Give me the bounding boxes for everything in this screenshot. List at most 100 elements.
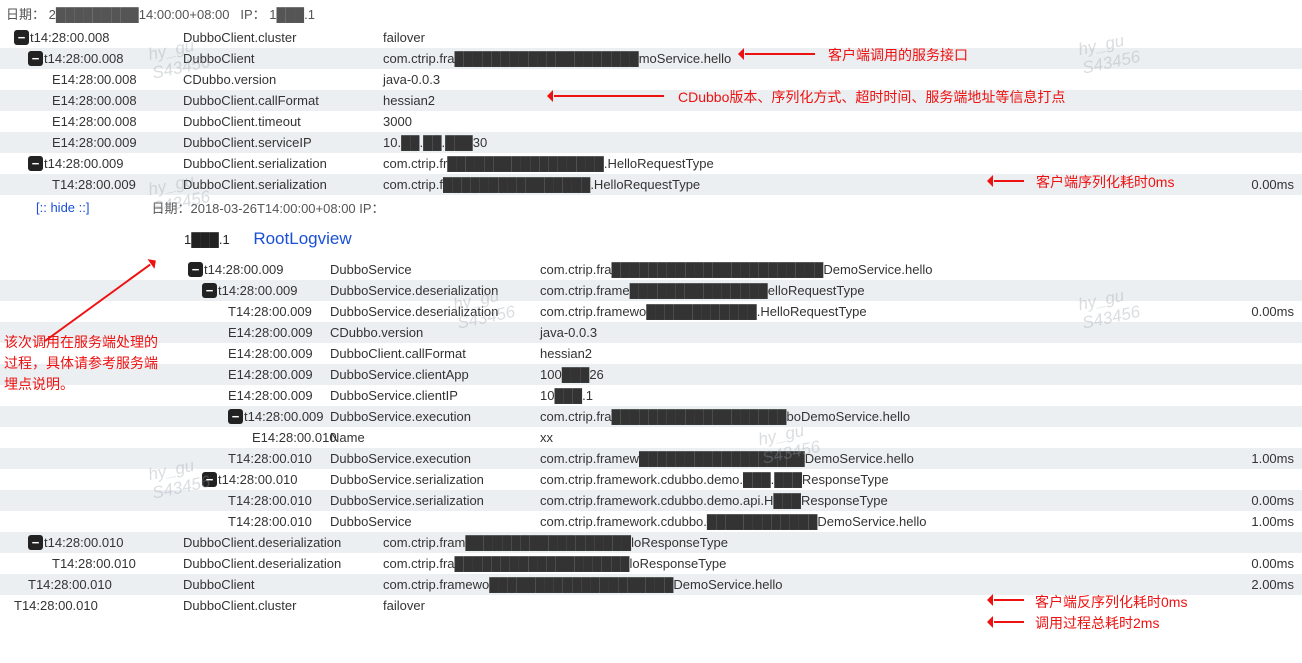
timestamp: t14:28:00.009	[204, 262, 284, 277]
trace-value: com.ctrip.fra███████████████████████Demo…	[540, 262, 1232, 277]
trace-row: T14:28:00.010DubboService.executioncom.c…	[0, 448, 1302, 469]
trace-row: E14:28:00.009DubboClient.serviceIP10.██.…	[0, 132, 1302, 153]
trace-name: DubboClient.serviceIP	[183, 135, 383, 150]
timestamp: t14:28:00.010	[218, 472, 298, 487]
trace-value: java-0.0.3	[383, 72, 1232, 87]
timestamp: t14:28:00.008	[30, 30, 110, 45]
trace-duration: 1.00ms	[1232, 451, 1302, 466]
timestamp: E14:28:00.008	[52, 114, 137, 129]
ip-label: IP：	[240, 7, 265, 22]
trace-value: xx	[540, 430, 1232, 445]
collapse-toggle[interactable]: −	[202, 283, 217, 298]
annotation-service-interface: 客户端调用的服务接口	[828, 45, 968, 65]
trace-duration: 2.00ms	[1232, 577, 1302, 592]
timestamp: E14:28:00.010	[252, 430, 337, 445]
timestamp: t14:28:00.009	[44, 156, 124, 171]
trace-name: CDubbo.version	[183, 72, 383, 87]
trace-name: DubboService.deserialization	[330, 283, 540, 298]
timestamp: T14:28:00.010	[52, 556, 136, 571]
trace-value: com.ctrip.framework.cdubbo.demo.███.███R…	[540, 472, 1232, 487]
trace-value: 100███26	[540, 367, 1232, 382]
collapse-toggle[interactable]: −	[28, 156, 43, 171]
trace-name: DubboClient	[183, 51, 383, 66]
arrow-icon	[994, 180, 1024, 182]
trace-value: com.ctrip.fra███████████████████boDemoSe…	[540, 409, 1232, 424]
timestamp: E14:28:00.009	[228, 346, 313, 361]
trace-name: DubboClient.timeout	[183, 114, 383, 129]
trace-name: DubboClient	[183, 577, 383, 592]
trace-name: DubboService.serialization	[330, 472, 540, 487]
trace-name: DubboService	[330, 514, 540, 529]
trace-row: E14:28:00.009DubboClient.callFormathessi…	[0, 343, 1302, 364]
timestamp: t14:28:00.009	[218, 283, 298, 298]
trace-duration: 0.00ms	[1232, 177, 1302, 192]
trace-name: DubboClient.deserialization	[183, 535, 383, 550]
timestamp: t14:28:00.008	[44, 51, 124, 66]
trace-name: DubboClient.cluster	[183, 30, 383, 45]
rootlogview-link[interactable]: RootLogview	[253, 229, 351, 248]
server-ip: 1███.1	[184, 232, 230, 247]
trace-value: 3000	[383, 114, 1232, 129]
trace-name: DubboService.deserialization	[330, 304, 540, 319]
arrow-icon	[554, 95, 664, 97]
annotation-server-process: 该次调用在服务端处理的过程，具体请参考服务端埋点说明。	[4, 332, 169, 395]
timestamp: E14:28:00.009	[228, 388, 313, 403]
collapse-toggle[interactable]: −	[188, 262, 203, 277]
sub-header: 日期：2018-03-26T14:00:00+08:00 IP：	[151, 198, 384, 217]
trace-name: DubboClient.deserialization	[183, 556, 383, 571]
trace-name: CDubbo.version	[330, 325, 540, 340]
ip-line: 1███.1 RootLogview	[0, 219, 1302, 259]
annotation-deserialize-cost: 客户端反序列化耗时0ms	[1035, 592, 1187, 612]
trace-row: E14:28:00.008DubboClient.callFormathessi…	[0, 90, 1302, 111]
trace-block-client: −t14:28:00.008DubboClient.clusterfailove…	[0, 27, 1302, 195]
trace-row: −t14:28:00.009 DubboService.deserializati…	[0, 280, 1302, 301]
trace-value: com.ctrip.framework.cdubbo.demo.api.H███…	[540, 493, 1232, 508]
trace-value: com.ctrip.fr█████████████████.HelloReque…	[383, 156, 1232, 171]
collapse-toggle[interactable]: −	[202, 472, 217, 487]
collapse-toggle[interactable]: −	[228, 409, 243, 424]
trace-row: −t14:28:00.008 DubboClient.clusterfailove…	[0, 27, 1302, 48]
trace-value: com.ctrip.framewo████████████.HelloReque…	[540, 304, 1232, 319]
trace-row: T14:28:00.010DubboServicecom.ctrip.frame…	[0, 511, 1302, 532]
trace-name: DubboClient.serialization	[183, 156, 383, 171]
trace-duration: 0.00ms	[1232, 304, 1302, 319]
trace-row: E14:28:00.010Namexx	[0, 427, 1302, 448]
arrow-icon	[994, 599, 1024, 601]
timestamp: E14:28:00.008	[52, 72, 137, 87]
date-label: 日期：	[6, 7, 45, 22]
trace-row: T14:28:00.010 DubboService.serializationc…	[0, 490, 1302, 511]
trace-row: T14:28:00.009DubboService.deserializatio…	[0, 301, 1302, 322]
trace-row: E14:28:00.008 DubboClient.timeout3000	[0, 111, 1302, 132]
trace-value: hessian2	[540, 346, 1232, 361]
timestamp: T14:28:00.010	[28, 577, 112, 592]
ip-value: 1███.1	[269, 7, 315, 22]
collapse-toggle[interactable]: −	[28, 51, 43, 66]
trace-value: failover	[383, 30, 1232, 45]
timestamp: E14:28:00.008	[52, 93, 137, 108]
timestamp: E14:28:00.009	[228, 325, 313, 340]
trace-name: Name	[330, 430, 540, 445]
trace-value: com.ctrip.framework.cdubbo.████████████D…	[540, 514, 1232, 529]
trace-name: DubboClient.cluster	[183, 598, 383, 613]
trace-name: DubboService.serialization	[330, 493, 540, 508]
trace-row: −t14:28:00.008DubboClientcom.ctrip.fra██…	[0, 48, 1302, 69]
timestamp: T14:28:00.010	[228, 451, 312, 466]
timestamp: T14:28:00.010	[228, 493, 312, 508]
trace-row: T14:28:00.010 DubboClient.deserialization…	[0, 553, 1302, 574]
trace-duration: 0.00ms	[1232, 556, 1302, 571]
arrow-icon	[745, 53, 815, 55]
trace-name: DubboService.execution	[330, 451, 540, 466]
trace-row: E14:28:00.008 CDubbo.versionjava-0.0.3	[0, 69, 1302, 90]
trace-row: −t14:28:00.009DubboServicecom.ctrip.fra█…	[0, 259, 1302, 280]
timestamp: E14:28:00.009	[228, 367, 313, 382]
page-header: 日期： 2█████████14:00:00+08:00 IP： 1███.1	[0, 0, 1302, 27]
collapse-toggle[interactable]: −	[28, 535, 43, 550]
trace-value: java-0.0.3	[540, 325, 1232, 340]
trace-row: E14:28:00.009DubboService.clientIP10███.…	[0, 385, 1302, 406]
trace-value: com.ctrip.fram██████████████████loRespon…	[383, 535, 1232, 550]
hide-link[interactable]: [:: hide ::]	[0, 200, 89, 215]
trace-block-server: −t14:28:00.009DubboServicecom.ctrip.fra█…	[0, 259, 1302, 532]
trace-value: com.ctrip.framewo████████████████████Dem…	[383, 577, 1232, 592]
trace-row: −t14:28:00.009DubboService.executioncom.…	[0, 406, 1302, 427]
collapse-toggle[interactable]: −	[14, 30, 29, 45]
